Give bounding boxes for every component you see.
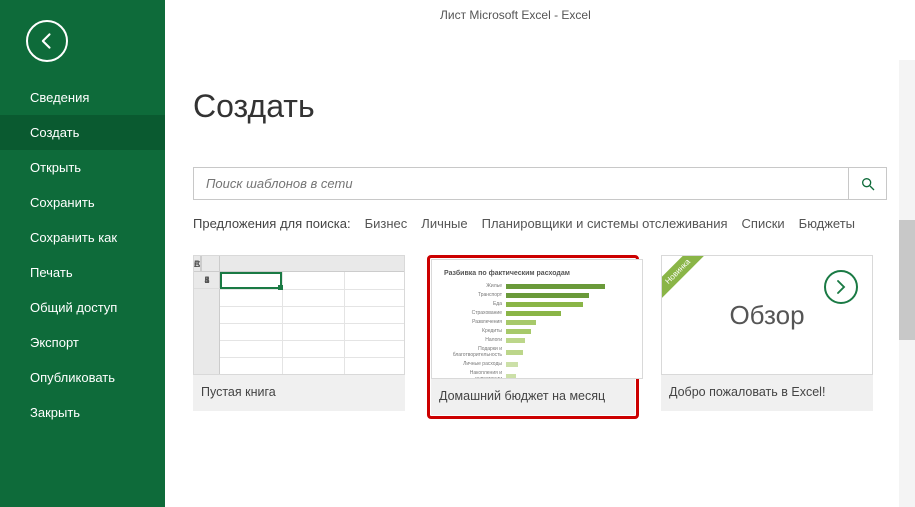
nav-item-0[interactable]: Сведения <box>0 80 165 115</box>
nav-item-7[interactable]: Экспорт <box>0 325 165 360</box>
template-card[interactable]: ABC123456Пустая книга <box>193 255 405 419</box>
suggestion-link[interactable]: Бизнес <box>365 216 408 231</box>
template-thumbnail: ABC123456 <box>193 255 405 375</box>
suggestion-link[interactable]: Списки <box>742 216 785 231</box>
nav-item-8[interactable]: Опубликовать <box>0 360 165 395</box>
backstage-sidebar: СведенияСоздатьОткрытьСохранитьСохранить… <box>0 0 165 507</box>
nav-item-1[interactable]: Создать <box>0 115 165 150</box>
suggestion-link[interactable]: Бюджеты <box>799 216 855 231</box>
suggestion-link[interactable]: Личные <box>421 216 467 231</box>
nav-list: СведенияСоздатьОткрытьСохранитьСохранить… <box>0 80 165 430</box>
template-search-input[interactable] <box>193 167 849 200</box>
nav-item-6[interactable]: Общий доступ <box>0 290 165 325</box>
scrollbar-thumb[interactable] <box>899 220 915 340</box>
suggestions-label: Предложения для поиска: <box>193 216 351 231</box>
nav-item-4[interactable]: Сохранить как <box>0 220 165 255</box>
arrow-left-icon <box>37 31 57 51</box>
search-icon <box>860 176 876 192</box>
page-title: Создать <box>193 88 887 125</box>
template-caption: Домашний бюджет на месяц <box>431 379 635 415</box>
window-title: Лист Microsoft Excel - Excel <box>440 8 591 22</box>
template-card[interactable]: НовинкаОбзорДобро пожаловать в Excel! <box>661 255 873 419</box>
vertical-scrollbar[interactable] <box>899 60 915 507</box>
templates-row: ABC123456Пустая книгаРазбивка по фактиче… <box>193 255 887 419</box>
template-thumbnail: НовинкаОбзор <box>661 255 873 375</box>
back-button[interactable] <box>26 20 68 62</box>
template-caption: Добро пожаловать в Excel! <box>661 375 873 411</box>
nav-item-3[interactable]: Сохранить <box>0 185 165 220</box>
search-button[interactable] <box>849 167 887 200</box>
suggestion-link[interactable]: Планировщики и системы отслеживания <box>482 216 728 231</box>
search-suggestions: Предложения для поиска: Бизнес Личные План… <box>193 216 887 231</box>
nav-item-9[interactable]: Закрыть <box>0 395 165 430</box>
nav-item-2[interactable]: Открыть <box>0 150 165 185</box>
search-row <box>193 167 887 200</box>
arrow-right-icon <box>824 270 858 304</box>
template-caption: Пустая книга <box>193 375 405 411</box>
nav-item-5[interactable]: Печать <box>0 255 165 290</box>
template-card[interactable]: Разбивка по фактическим расходамЖильеТра… <box>427 255 639 419</box>
template-thumbnail: Разбивка по фактическим расходамЖильеТра… <box>431 259 643 379</box>
main-panel: Лист Microsoft Excel - Excel Создать Пре… <box>165 0 915 507</box>
